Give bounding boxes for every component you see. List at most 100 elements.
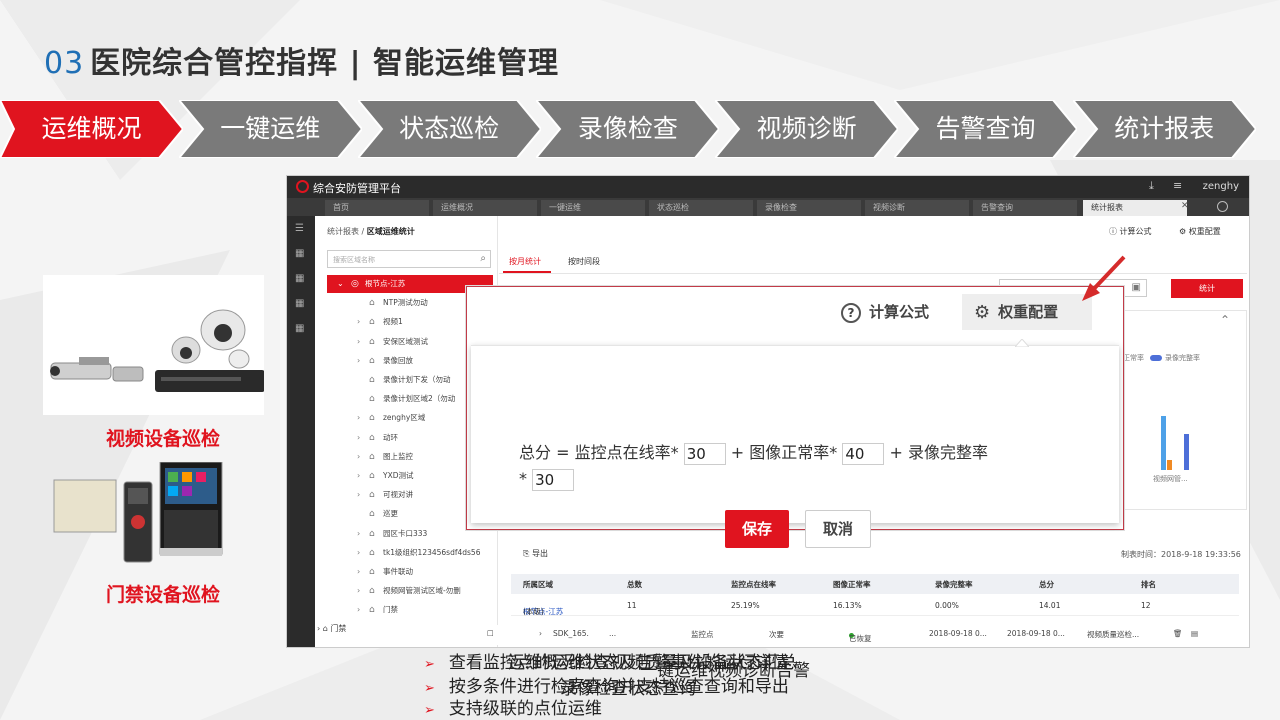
dialog-weight-config-tab[interactable]: ⚙ 权重配置 — [962, 294, 1092, 330]
export-button[interactable]: ⎘ 导出 — [523, 548, 548, 559]
nav-grid-icon[interactable]: ▦ — [295, 274, 307, 284]
step-6[interactable]: 告警查询 — [894, 100, 1077, 158]
tree-node-label: 事件联动 — [383, 567, 413, 576]
search-icon[interactable]: ⌕ — [480, 253, 486, 264]
breadcrumb-parent[interactable]: 统计报表 — [327, 227, 359, 236]
side-nav: ☰ ▦ ▦ ▦ ▦ — [287, 216, 315, 647]
user-name[interactable]: zenghy — [1203, 181, 1239, 192]
cell: 2018-09-18 0... — [1007, 629, 1065, 638]
step-3[interactable]: 状态巡检 — [357, 100, 541, 158]
cell: 16.13% — [833, 601, 862, 610]
chevron-right-icon[interactable]: › — [357, 486, 360, 504]
app-tab[interactable]: 首页 — [325, 200, 429, 216]
step-7[interactable]: 统计报表 — [1072, 100, 1256, 158]
table-header: 所属区域 总数 监控点在线率 图像正常率 录像完整率 总分 排名 — [511, 574, 1239, 594]
tree-node[interactable]: › ⌂ 视频网管测试区域-勿删 — [327, 582, 493, 600]
col-header: 总数 — [627, 580, 642, 589]
close-tab-icon[interactable]: ✕ — [1181, 201, 1189, 211]
stat-button[interactable]: 统计 — [1171, 279, 1243, 298]
step-4[interactable]: 录像检查 — [536, 100, 720, 158]
nav-list-icon[interactable]: ☰ — [295, 224, 307, 234]
chevron-right-icon[interactable]: › — [357, 429, 360, 447]
weight-config-dialog: ? 计算公式 ⚙ 权重配置 总分 = 监控点在线率* 30 + 图像正常率* 40 … — [466, 286, 1124, 548]
circle-icon[interactable] — [1217, 201, 1228, 212]
tree-node[interactable]: › ⌂ 门禁 — [317, 623, 346, 634]
chevron-right-icon[interactable]: › — [357, 582, 360, 600]
nav-grid-icon[interactable]: ▦ — [295, 324, 307, 334]
chevron-right-icon[interactable]: › — [357, 525, 360, 543]
delete-icon[interactable]: 🗑 — [1173, 629, 1183, 638]
home-icon: ⌂ — [369, 547, 375, 558]
title-text: 医院综合管控指挥 | 智能运维管理 — [90, 46, 560, 81]
title-number: 03 — [44, 46, 85, 81]
bullet-arrow-icon: ➢ — [424, 703, 435, 718]
nav-grid-icon[interactable]: ▦ — [295, 249, 307, 259]
chevron-right-icon[interactable]: › — [357, 601, 360, 619]
collapse-icon[interactable]: ⌃ — [1220, 313, 1230, 327]
tree-node[interactable]: › ⌂ 门禁 — [327, 601, 493, 619]
chart-bar — [1161, 416, 1166, 470]
detail-icon[interactable]: ▤ — [1191, 629, 1198, 638]
cell: SDK_165. — [553, 629, 589, 638]
app-tab[interactable]: 运维概况 — [433, 200, 537, 216]
chart-bar — [1167, 460, 1172, 470]
image-rate-weight-input[interactable]: 40 — [842, 442, 885, 465]
calendar-icon[interactable]: ▣ — [1132, 282, 1141, 293]
chevron-right-icon[interactable]: › — [357, 313, 360, 331]
step-1[interactable]: 运维概况 — [0, 100, 183, 158]
chevron-right-icon[interactable]: › — [357, 544, 360, 562]
online-rate-weight-input[interactable]: 30 — [683, 442, 726, 465]
app-tab[interactable]: 告警查询 — [973, 200, 1077, 216]
step-5[interactable]: 视频诊断 — [715, 100, 899, 158]
cancel-button[interactable]: 取消 — [805, 510, 871, 548]
app-tab[interactable]: 一键运维 — [541, 200, 645, 216]
app-tab[interactable]: 录像检查 — [757, 200, 861, 216]
chevron-right-icon[interactable]: › — [357, 409, 360, 427]
tree-node[interactable]: › ⌂ tk1级组织123456sdf4ds56 — [327, 544, 493, 562]
app-tab[interactable]: 状态巡检 — [649, 200, 753, 216]
app-tab[interactable]: 视频诊断 — [865, 200, 969, 216]
chevron-down-icon[interactable]: ⌄ — [337, 275, 344, 293]
step-ribbon: 运维概况 一键运维 状态巡检 录像检查 视频诊断 告警查询 统计报表 — [0, 100, 1280, 158]
menu-icon[interactable]: ≡ — [1173, 179, 1182, 192]
tab-period[interactable]: 按时间段 — [568, 256, 600, 267]
video-inspection-label: 视频设备巡检 — [106, 428, 221, 450]
col-header: 录像完整率 — [935, 580, 973, 589]
step-2[interactable]: 一键运维 — [178, 100, 362, 158]
access-inspection-label: 门禁设备巡检 — [106, 584, 221, 606]
tree-node-label: YXD测试 — [383, 471, 414, 480]
formula-plus-record: + 录像完整率 — [889, 443, 988, 462]
chevron-right-icon[interactable]: › — [357, 563, 360, 581]
chevron-right-icon[interactable]: › — [357, 352, 360, 370]
home-icon: ⌂ — [369, 567, 375, 577]
home-icon: ⌂ — [369, 451, 375, 462]
save-button[interactable]: 保存 — [725, 510, 789, 548]
tree-node[interactable]: › ⌂ 事件联动 — [327, 563, 493, 581]
chevron-right-icon[interactable]: › — [357, 467, 360, 485]
app-tab[interactable]: 统计报表 — [1083, 200, 1187, 216]
tree-node-label: 门禁 — [383, 605, 398, 615]
chart-legend: 正常率 录像完整率 — [1123, 353, 1200, 363]
download-icon[interactable]: ⤓ — [1149, 179, 1154, 193]
brand-logo-icon — [296, 180, 309, 193]
table-row[interactable]: ☐ › SDK_165. ... 监控点 次要 已恢复 2018-09-18 0… — [467, 625, 1247, 645]
level-tag: (本级) — [523, 607, 544, 616]
question-icon: ? — [841, 302, 861, 323]
row-checkbox[interactable]: ☐ — [487, 629, 494, 638]
nav-grid-icon[interactable]: ▦ — [295, 299, 307, 309]
table-row[interactable]: 根节点-江苏 (本级) 11 25.19% 16.13% 0.00% 14.01… — [511, 596, 1239, 616]
cell: ... — [609, 629, 617, 638]
cell: 2018-09-18 0... — [929, 629, 987, 638]
weight-config-link[interactable]: ⚙ 权重配置 — [1179, 226, 1221, 237]
chevron-right-icon[interactable]: › — [357, 448, 360, 466]
row-expand-icon[interactable]: › — [539, 629, 542, 638]
dialog-calc-formula-link[interactable]: ? 计算公式 — [841, 301, 929, 323]
formula-total: 总分 = 监控点在线率* — [519, 443, 679, 462]
gear-icon: ⚙ — [974, 301, 991, 323]
chevron-right-icon[interactable]: › — [357, 333, 360, 351]
record-rate-weight-input[interactable]: 30 — [532, 468, 575, 491]
area-search-input[interactable]: 搜索区域名称 ⌕ — [327, 250, 491, 268]
col-header: 排名 — [1141, 580, 1156, 589]
calc-formula-link[interactable]: ⓘ 计算公式 — [1109, 226, 1152, 237]
tab-monthly[interactable]: 按月统计 — [509, 256, 541, 267]
